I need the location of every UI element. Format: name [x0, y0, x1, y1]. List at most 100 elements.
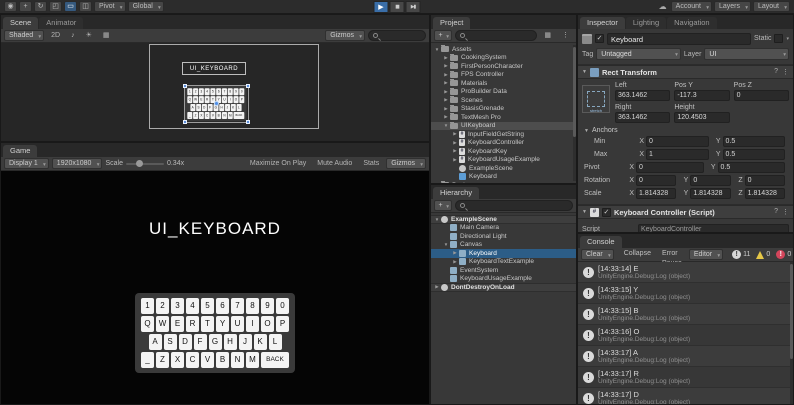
keyboard-key-4[interactable]: 4: [186, 298, 199, 314]
pivot-y-field[interactable]: 0.5: [717, 162, 785, 173]
project-item-textmesh-pro[interactable]: ▶ TextMesh Pro: [431, 113, 576, 122]
move-tool-icon[interactable]: +: [19, 1, 32, 12]
warning-count-toggle[interactable]: 0: [756, 250, 770, 259]
foldout-arrow-icon[interactable]: ▼: [584, 128, 589, 134]
scale-z-field[interactable]: 1.814328: [744, 188, 785, 199]
keyboard-key-a[interactable]: A: [148, 334, 162, 350]
active-checkbox[interactable]: [595, 34, 604, 43]
keyboard-key-0[interactable]: 0: [276, 298, 289, 314]
static-checkbox[interactable]: [774, 34, 784, 43]
keyboard-key-m[interactable]: M: [246, 352, 259, 368]
keyboard-key-g[interactable]: G: [208, 334, 222, 350]
layout-dropdown[interactable]: Layout: [752, 1, 790, 13]
mute-audio-toggle[interactable]: Mute Audio: [313, 158, 356, 169]
shading-mode-dropdown[interactable]: Shaded: [4, 30, 45, 42]
hierarchy-item-dontdestroyonload[interactable]: ▶ DontDestroyOnLoad: [431, 283, 576, 292]
foldout-arrow-icon[interactable]: ▼: [433, 47, 441, 52]
account-dropdown[interactable]: Account: [670, 1, 712, 13]
rotation-z-field[interactable]: 0: [744, 175, 785, 186]
foldout-arrow-icon[interactable]: ▶: [451, 250, 459, 256]
left-field[interactable]: 363.1462: [615, 90, 671, 101]
keyboard-key-7[interactable]: 7: [231, 298, 244, 314]
tab-animator[interactable]: Animator: [39, 17, 84, 29]
scale-x-field[interactable]: 1.814328: [636, 188, 677, 199]
audio-toggle-icon[interactable]: ♪: [67, 30, 79, 41]
anchors-min-y-field[interactable]: 0.5: [722, 136, 785, 147]
play-button[interactable]: ▶: [373, 0, 389, 13]
info-count-toggle[interactable]: 11: [732, 250, 750, 259]
tag-dropdown[interactable]: Untagged: [596, 48, 681, 61]
keyboard-key-3[interactable]: 3: [171, 298, 184, 314]
keyboard-key-8[interactable]: 8: [246, 298, 259, 314]
hierarchy-search-input[interactable]: [455, 200, 573, 211]
scene-visibility-icon[interactable]: ▦: [99, 30, 114, 41]
foldout-arrow-icon[interactable]: ▶: [442, 89, 450, 95]
foldout-arrow-icon[interactable]: ▶: [433, 182, 441, 183]
keyboard-key-s[interactable]: S: [163, 334, 177, 350]
hierarchy-item-keyboard[interactable]: ▶ Keyboard: [431, 249, 576, 258]
project-menu-icon[interactable]: ⋮: [558, 30, 573, 41]
keyboard-key-j[interactable]: J: [238, 334, 252, 350]
keyboard-key-r[interactable]: R: [186, 316, 199, 332]
project-item-assets[interactable]: ▼ Assets: [431, 45, 576, 54]
console-log-entry[interactable]: [14:33:17] R UnityEngine.Debug:Log (obje…: [578, 367, 793, 388]
keyboard-object-gizmo[interactable]: 1 2 3 4 5 6 7 8 9 0 Q W E R T Y U I O P A S D F G H J K L _ Z X C V B N M BAC…: [183, 84, 250, 124]
clear-button[interactable]: Clear: [581, 249, 614, 261]
foldout-arrow-icon[interactable]: ▶: [442, 63, 450, 69]
anchors-max-y-field[interactable]: 0.5: [722, 149, 785, 160]
cloud-icon[interactable]: ☁: [659, 2, 667, 11]
foldout-arrow-icon[interactable]: ▼: [442, 242, 450, 247]
gizmo-handle-bottom-right[interactable]: [246, 120, 250, 124]
keyboard-key-t[interactable]: T: [201, 316, 214, 332]
anchor-preset-button[interactable]: stretch: [582, 85, 610, 113]
keyboard-key-u[interactable]: U: [231, 316, 244, 332]
collapse-toggle[interactable]: Collapse: [620, 249, 655, 260]
keyboard-key-d[interactable]: D: [178, 334, 192, 350]
game-gizmos-dropdown[interactable]: Gizmos: [386, 158, 426, 170]
scale-slider[interactable]: [125, 159, 164, 167]
foldout-arrow-icon[interactable]: ▼: [433, 217, 441, 222]
project-item-keyboardcontroller[interactable]: ▶ KeyboardController: [431, 139, 576, 148]
hierarchy-item-keyboardusageexample[interactable]: KeyboardUsageExample: [431, 275, 576, 284]
keyboard-key-9[interactable]: 9: [261, 298, 274, 314]
scene-viewport[interactable]: UI_KEYBOARD 1234567890QWERTYUIOPASDFGHJK…: [1, 43, 429, 141]
project-item-keyboardkey[interactable]: ▶ KeyboardKey: [431, 147, 576, 156]
foldout-arrow-icon[interactable]: ▶: [442, 55, 450, 61]
help-icon[interactable]: ?: [774, 68, 778, 76]
game-viewport[interactable]: UI_KEYBOARD 1234567890 QWERTYUIOP ASDFGHJK…: [1, 171, 429, 404]
gizmo-handle-top-right[interactable]: [246, 84, 250, 88]
effects-toggle-icon[interactable]: ☀: [82, 30, 96, 41]
display-dropdown[interactable]: Display 1: [4, 158, 49, 170]
rotation-y-field[interactable]: 0: [690, 175, 731, 186]
maximize-on-play-toggle[interactable]: Maximize On Play: [246, 158, 310, 169]
pivot-x-field[interactable]: 0: [636, 162, 704, 173]
project-item-probuilder-data[interactable]: ▶ ProBuilder Data: [431, 87, 576, 97]
console-log-entry[interactable]: [14:33:17] A UnityEngine.Debug:Log (obje…: [578, 346, 793, 367]
console-log-entry[interactable]: [14:33:17] D UnityEngine.Debug:Log (obje…: [578, 388, 793, 404]
stats-toggle[interactable]: Stats: [359, 158, 383, 169]
foldout-arrow-icon[interactable]: ▶: [451, 131, 459, 137]
keyboard-key-c[interactable]: C: [186, 352, 199, 368]
hierarchy-item-eventsystem[interactable]: EventSystem: [431, 266, 576, 275]
console-log-entry[interactable]: [14:33:15] Y UnityEngine.Debug:Log (obje…: [578, 283, 793, 304]
foldout-arrow-icon[interactable]: ▼: [582, 209, 587, 215]
tab-hierarchy[interactable]: Hierarchy: [433, 187, 480, 199]
create-asset-button[interactable]: +: [434, 30, 452, 42]
pause-button[interactable]: ▮▮: [389, 0, 405, 13]
keyboard-key-k[interactable]: K: [253, 334, 267, 350]
project-item-uikeyboard[interactable]: ▼ UIKeyboard: [431, 121, 576, 130]
keyboard-key-2[interactable]: 2: [156, 298, 169, 314]
console-scrollbar[interactable]: [790, 262, 793, 404]
component-enabled-checkbox[interactable]: [601, 207, 611, 217]
tab-lighting[interactable]: Lighting: [625, 17, 667, 29]
project-item-firstpersoncharacter[interactable]: ▶ FirstPersonCharacter: [431, 62, 576, 71]
gizmo-handle-bottom-left[interactable]: [183, 120, 187, 124]
project-item-materials[interactable]: ▶ Materials: [431, 79, 576, 88]
resolution-dropdown[interactable]: 1920x1080: [51, 158, 103, 170]
foldout-arrow-icon[interactable]: ▼: [442, 123, 450, 128]
foldout-arrow-icon[interactable]: ▶: [451, 148, 459, 154]
console-log-entry[interactable]: [14:33:15] B UnityEngine.Debug:Log (obje…: [578, 304, 793, 325]
hierarchy-item-keyboardtextexample[interactable]: ▶ KeyboardTextExample: [431, 258, 576, 267]
editor-dropdown[interactable]: Editor: [688, 249, 724, 261]
error-count-toggle[interactable]: 0: [776, 250, 791, 259]
